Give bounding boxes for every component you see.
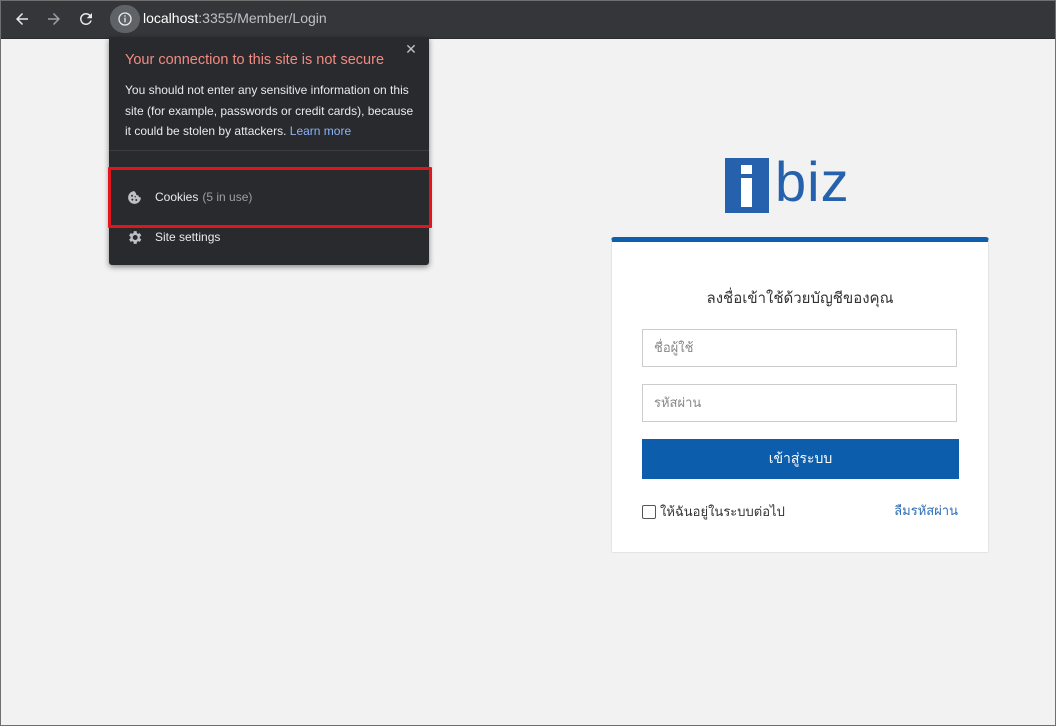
site-info-popup: ✕ Your connection to this site is not se… (109, 37, 429, 265)
url-path: :3355/Member/Login (198, 10, 327, 26)
reload-icon (79, 12, 92, 25)
logo-text: biz (775, 150, 850, 213)
popup-title: Your connection to this site is not secu… (125, 52, 385, 68)
forward-button[interactable] (41, 6, 67, 32)
address-bar[interactable]: localhost:3355/Member/Login (110, 5, 1050, 33)
remember-me[interactable]: ให้ฉันอยู่ในระบบต่อไป (642, 501, 785, 522)
login-title: ลงชื่อเข้าใช้ด้วยบัญชีของคุณ (706, 289, 894, 307)
password-input[interactable] (642, 384, 957, 422)
cookies-highlight-box (108, 167, 432, 228)
url-text[interactable]: localhost:3355/Member/Login (143, 10, 327, 26)
site-settings-label: Site settings (155, 230, 221, 244)
learn-more-link[interactable]: Learn more (290, 124, 351, 138)
popup-description-text: You should not enter any sensitive infor… (125, 83, 414, 138)
browser-toolbar: localhost:3355/Member/Login (0, 0, 1056, 39)
remember-me-label: ให้ฉันอยู่ในระบบต่อไป (660, 505, 785, 520)
arrow-right-icon (48, 13, 60, 25)
info-icon (118, 12, 132, 26)
login-card: ลงชื่อเข้าใช้ด้วยบัญชีของคุณ เข้าสู่ระบบ… (611, 237, 989, 553)
arrow-left-icon (16, 13, 28, 25)
logo-i-mark (725, 158, 769, 213)
back-button[interactable] (9, 6, 35, 32)
url-host: localhost (143, 10, 199, 26)
close-icon[interactable]: ✕ (403, 42, 419, 58)
site-info-button[interactable] (110, 5, 140, 33)
reload-button[interactable] (73, 6, 99, 32)
login-button[interactable]: เข้าสู่ระบบ (642, 439, 959, 479)
popup-description: You should not enter any sensitive infor… (125, 80, 417, 142)
popup-divider (109, 150, 429, 151)
ibiz-logo: biz (725, 150, 860, 216)
username-input[interactable] (642, 329, 957, 367)
gear-icon (125, 228, 143, 246)
forgot-password-link[interactable]: ลืมรหัสผ่าน (894, 500, 958, 521)
remember-me-checkbox[interactable] (642, 504, 656, 519)
